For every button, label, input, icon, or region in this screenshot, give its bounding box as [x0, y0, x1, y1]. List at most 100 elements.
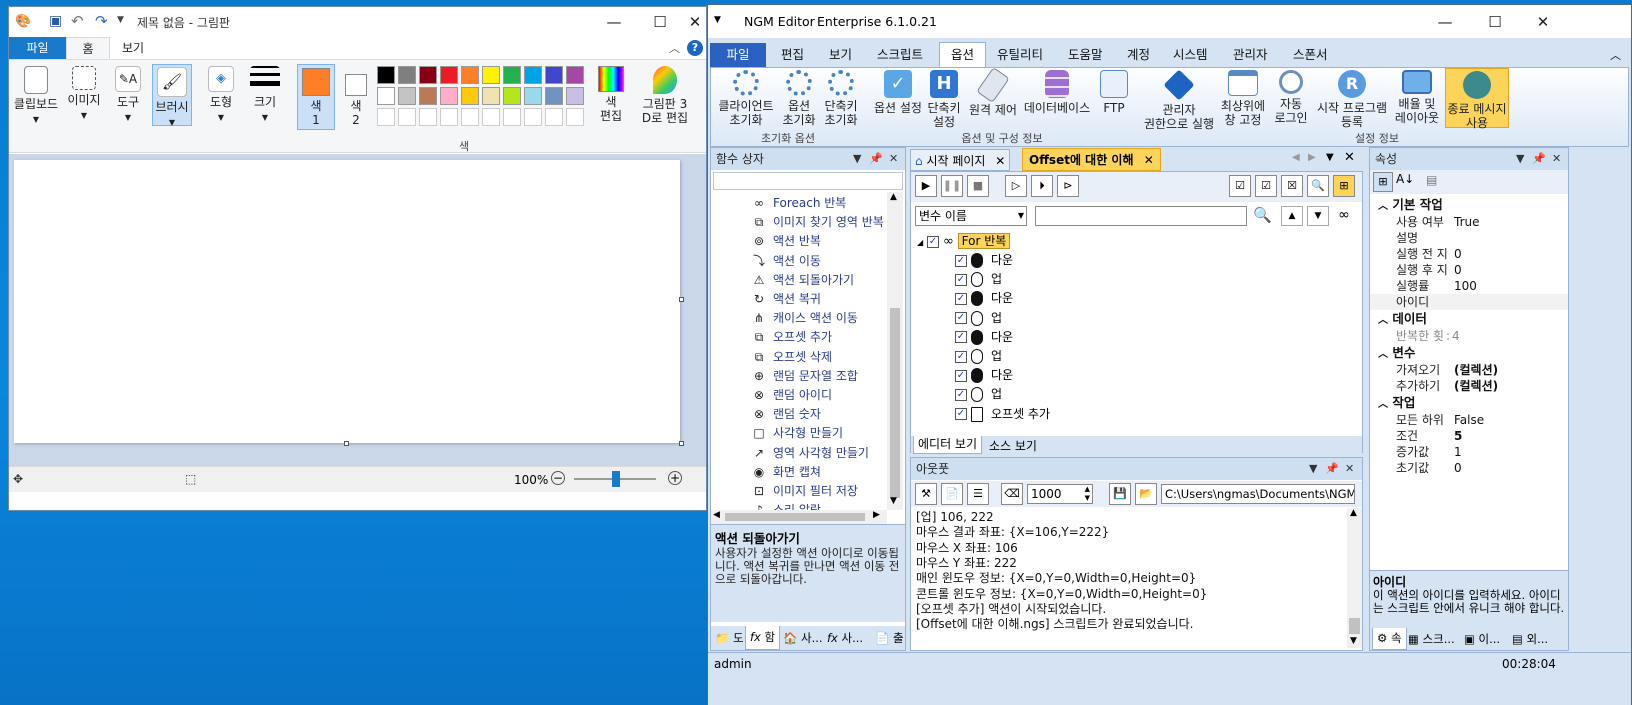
prop-add[interactable]: 추가하기 (컬렉션)	[1370, 378, 1568, 394]
function-item[interactable]: ⚠ 액션 되돌아가기	[751, 271, 855, 290]
function-item[interactable]: ∞ Foreach 반복	[751, 194, 846, 213]
palette-swatch[interactable]	[377, 66, 395, 84]
ngm-system-menu-icon[interactable]: ▼	[714, 15, 721, 25]
maximize-button[interactable]: ☐	[637, 7, 683, 37]
bottom-tab-image[interactable]: ▣ 이...	[1464, 631, 1500, 647]
scroll-up-icon[interactable]: ▲	[1350, 508, 1357, 518]
function-item[interactable]: □ 사각형 만들기	[751, 424, 843, 443]
tab-source-view[interactable]: 소스 보기	[989, 437, 1037, 454]
eraser-icon[interactable]: ⌫	[1001, 483, 1023, 505]
palette-custom-swatch[interactable]	[377, 108, 395, 126]
doc-nav-left-icon[interactable]: ◀	[1292, 152, 1300, 163]
brush-button[interactable]: 🖌 브러시 ▼	[152, 64, 192, 127]
palette-swatch[interactable]	[524, 66, 542, 84]
pane-menu-icon[interactable]: ▼	[1309, 458, 1317, 480]
ngm-close-button[interactable]: ✕	[1520, 7, 1566, 37]
tree-view-icon[interactable]: ⊞	[1333, 175, 1355, 197]
hotkey-settings-button[interactable]: H 단축키 설정	[925, 70, 963, 129]
doc-tab-start[interactable]: ⌂ 시작 페이지 ✕	[910, 149, 1011, 171]
pane-menu-icon[interactable]: ▼	[853, 148, 861, 170]
admin-run-button[interactable]: 관리자 권한으로 실행	[1143, 69, 1215, 131]
prop-description[interactable]: 설명	[1370, 230, 1568, 246]
function-item[interactable]: ⊗ 랜덤 숫자	[751, 405, 821, 424]
function-item[interactable]: ⊚ 액션 반복	[751, 232, 821, 251]
paint3d-button[interactable]: 그림판 3 D로 편집	[637, 66, 693, 125]
tree-row[interactable]: ✓ 오프셋 추가	[955, 405, 1050, 424]
layout-button[interactable]: 배율 및 레이아웃	[1391, 70, 1443, 125]
prop-cat-data[interactable]: ︿ 데이터	[1370, 310, 1568, 328]
ngm-tab-sponsor[interactable]: 스폰서	[1282, 43, 1339, 67]
play-selected-icon[interactable]: ⏵	[1031, 175, 1053, 197]
prop-cat-work[interactable]: ︿ 작업	[1370, 394, 1568, 412]
bottom-tab-1[interactable]: 📁 도	[715, 630, 744, 646]
prop-delay-before[interactable]: 실행 전 지0	[1370, 246, 1568, 262]
sort-alpha-icon[interactable]: A↓	[1396, 172, 1414, 186]
palette-custom-swatch[interactable]	[566, 108, 584, 126]
palette-swatch[interactable]	[566, 66, 584, 84]
output-save-icon[interactable]: 💾	[1109, 483, 1131, 505]
redo-icon[interactable]: ↷	[95, 12, 108, 30]
tree-row[interactable]: ✓ 다운	[955, 328, 1013, 347]
palette-swatch[interactable]	[482, 87, 500, 105]
tree-row[interactable]: ✓ 업	[955, 270, 1002, 289]
tree-row[interactable]: ✓ 업	[955, 385, 1002, 404]
palette-swatch[interactable]	[461, 87, 479, 105]
function-item[interactable]: ↗ 영역 사각형 만들기	[751, 444, 869, 463]
pane-menu-icon[interactable]: ▼	[1516, 148, 1524, 170]
zoom-in-icon[interactable]: +	[668, 471, 682, 485]
ngm-tab-help[interactable]: 도움말	[1057, 43, 1114, 67]
palette-swatch[interactable]	[524, 87, 542, 105]
tree-checkbox[interactable]: ✓	[955, 273, 967, 286]
tree-checkbox[interactable]: ✓	[955, 331, 967, 344]
play-icon[interactable]: ▶	[915, 175, 937, 197]
ngm-tab-file[interactable]: 파일	[710, 43, 766, 67]
output-count-input[interactable]: 1000 ▲ ▼	[1027, 484, 1093, 504]
pane-pin-icon[interactable]: 📌	[1532, 148, 1546, 170]
function-item[interactable]: ⧉ 이미지 찾기 영역 반복	[751, 213, 884, 232]
prop-initial[interactable]: 초기값 0	[1370, 460, 1568, 476]
play-from-icon[interactable]: ⊳	[1057, 175, 1079, 197]
remote-control-button[interactable]: 원격 제어	[965, 66, 1021, 117]
tree-checkbox[interactable]: ✓	[955, 350, 967, 363]
palette-custom-swatch[interactable]	[461, 108, 479, 126]
shapes-button[interactable]: ◈ 도형 ▼	[201, 66, 241, 125]
function-item[interactable]: ⤵ 액션 이동	[751, 252, 821, 271]
tree-checkbox[interactable]: ✓	[955, 254, 967, 267]
exit-message-button[interactable]: 종료 메시지 사용	[1445, 68, 1509, 130]
tree-row[interactable]: ✓ 다운	[955, 251, 1013, 270]
option-settings-button[interactable]: ✓ 옵션 설정	[871, 70, 925, 115]
prop-id[interactable]: 아이디	[1370, 294, 1568, 310]
tree-checkbox[interactable]: ✓	[955, 408, 967, 421]
palette-swatch[interactable]	[419, 87, 437, 105]
tree-row[interactable]: ✓ 업	[955, 347, 1002, 366]
output-list-icon[interactable]: ☰	[967, 483, 989, 505]
pane-close-icon[interactable]: ✕	[1552, 148, 1561, 170]
palette-custom-swatch[interactable]	[503, 108, 521, 126]
tree-row[interactable]: ✓ 다운	[955, 366, 1013, 385]
variable-name-select[interactable]: 변수 이름 ▼	[915, 206, 1027, 226]
pane-close-icon[interactable]: ✕	[889, 148, 898, 170]
palette-swatch[interactable]	[482, 66, 500, 84]
zoom-slider-thumb[interactable]	[612, 471, 620, 487]
topmost-button[interactable]: 최상위에 창 고정	[1216, 70, 1270, 127]
color2-button[interactable]: 색 2	[339, 64, 373, 127]
palette-swatch[interactable]	[377, 87, 395, 105]
scroll-down-icon[interactable]: ▼	[1350, 636, 1357, 646]
loop-icon[interactable]: ∞	[1333, 206, 1355, 226]
check-all-icon[interactable]: ☑	[1229, 175, 1251, 197]
autologin-button[interactable]: 자동 로그인	[1271, 70, 1311, 125]
init-hotkey-button[interactable]: 단축키 초기화	[819, 70, 863, 127]
function-item[interactable]: ◉ 화면 캡쳐	[751, 463, 821, 482]
image-button[interactable]: 이미지 ▼	[64, 66, 104, 123]
variable-search-input[interactable]	[1035, 206, 1247, 226]
palette-swatch[interactable]	[398, 66, 416, 84]
pane-pin-icon[interactable]: 📌	[1325, 458, 1339, 480]
output-folder-icon[interactable]: 📂	[1135, 483, 1157, 505]
database-button[interactable]: 데이터베이스	[1021, 70, 1093, 115]
ngm-tab-script[interactable]: 스크립트	[866, 43, 934, 67]
prop-cat-basic[interactable]: ︿ 기본 작업	[1370, 196, 1568, 214]
ngm-tab-edit[interactable]: 편집	[770, 43, 815, 67]
palette-custom-swatch[interactable]	[419, 108, 437, 126]
bottom-tab-5[interactable]: 📄 출	[875, 630, 904, 646]
ngm-maximize-button[interactable]: ☐	[1472, 7, 1518, 37]
